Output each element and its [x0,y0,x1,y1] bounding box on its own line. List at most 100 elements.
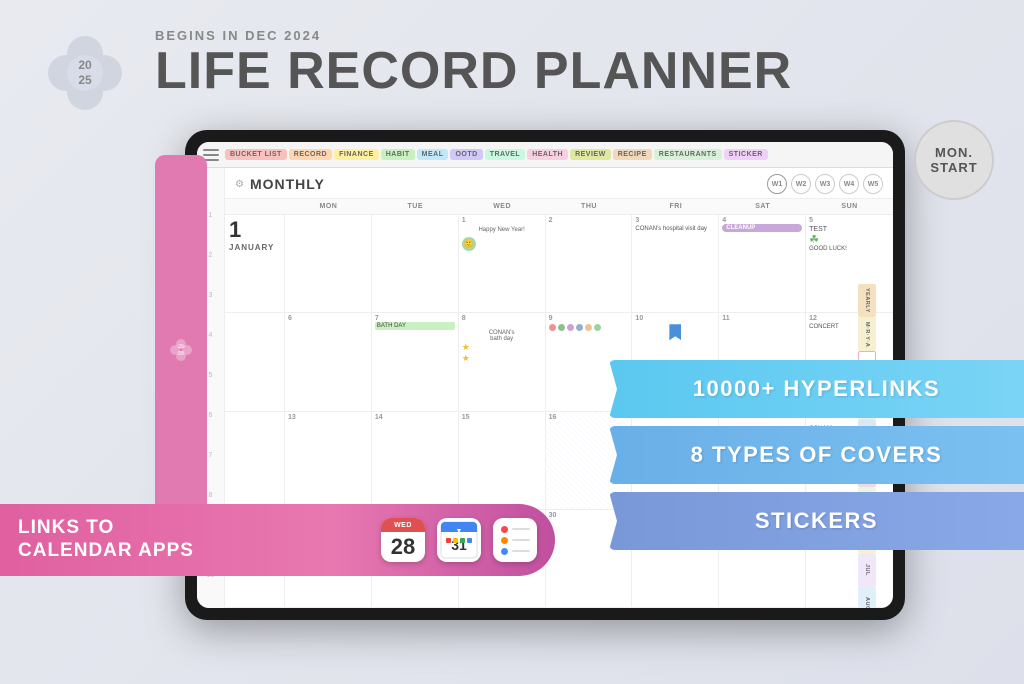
calendar-title: MONTHLY [250,176,325,192]
day-header-thu: THU [546,199,633,214]
ios-cal-date: 28 [381,532,425,562]
header: BEGINS IN DEC 2024 LIFE RECORD PLANNER [155,28,792,100]
star-icon: ★ [462,342,542,353]
cal-day-fri-1: 3 CONAN's hospital visit day [632,215,719,312]
reminder-dot-blue [501,548,508,555]
star-icon-2: ★ [462,353,542,364]
ios-calendar-icon: WED 28 [381,518,425,562]
bath-day-event: BATH DAY [375,322,455,330]
day-header-tue: TUE [372,199,459,214]
tab-travel[interactable]: TRAVEL [485,149,525,160]
reminder-row-2 [501,537,530,544]
day-header-sun: SUN [806,199,893,214]
tab-review[interactable]: REVIEW [570,149,611,160]
tab-restaurants[interactable]: RESTAURANTS [654,149,722,160]
cal-day-mon-2: 6 [285,313,372,410]
mon-start-line2: START [930,160,977,175]
reminder-line-3 [512,550,530,552]
ios-cal-day-label: WED [381,518,425,532]
cal-day-tue-3: 14 [372,412,459,509]
cal-day-thu-1: 2 [546,215,633,312]
concert-event: CONCERT [809,324,890,330]
day-headers: MON TUE WED THU FRI SAT SUN [225,199,893,215]
reminder-row-1 [501,526,530,533]
svg-text:20: 20 [78,58,92,72]
svg-text:20: 20 [178,344,184,350]
header-title: LIFE RECORD PLANNER [155,43,792,100]
stickers-label: STICKERS [755,508,878,534]
tab-aug[interactable]: AUG [858,587,876,608]
svg-text:▼: ▼ [456,528,463,535]
tab-ootd[interactable]: OOTD [450,149,482,160]
cal-day-empty [285,215,372,312]
tab-sticker[interactable]: STICKER [724,149,768,160]
week-label-jan: 1 JANUARY [225,215,285,312]
week-badge-1[interactable]: W1 [767,174,787,194]
back-logo: 20 25 [165,334,197,366]
header-subtitle: BEGINS IN DEC 2024 [155,28,792,43]
dot-circles [549,324,629,331]
tab-recipe[interactable]: RECiPE [613,149,652,160]
feature-banners: 10000+ HYPERLINKS 8 TYPES OF COVERS STIC… [609,360,1024,550]
cal-day-wed-3: 15 [459,412,546,509]
day-header-fri: FRI [632,199,719,214]
week-num: 1 [229,219,280,241]
links-banner-text: LINKS TOCALENDAR APPS [18,517,369,563]
tab-meal[interactable]: MEAL [417,149,449,160]
svg-text:25: 25 [178,351,184,357]
week-month: JANUARY [229,243,280,252]
conan-bath-event: CONAN'sbath day [462,330,542,342]
links-to-calendar-banner: LINKS TOCALENDAR APPS WED 28 31 ▼ [0,504,555,576]
day-header-mon: MON [285,199,372,214]
conan-hospital-event: CONAN's hospital visit day [635,226,715,234]
tab-finance[interactable]: FINANCE [334,149,379,160]
week-label-2 [225,313,285,410]
tab-mrya[interactable]: M·R·Y·A [858,317,876,350]
new-year-event: Happy New Year! [462,227,542,235]
tab-bucket-list[interactable]: BUCKET LIST [225,149,287,160]
covers-banner: 8 TYPES OF COVERS [609,426,1024,484]
cal-day-empty2 [372,215,459,312]
reminders-icon [493,518,537,562]
week-badge-4[interactable]: W4 [839,174,859,194]
tab-record[interactable]: RECORD [289,149,332,160]
pink-back-panel: 20 25 [155,155,207,545]
cal-day-sat-1: 4 CLEANUP [719,215,806,312]
reminder-row-3 [501,548,530,555]
google-calendar-icon: 31 ▼ [437,518,481,562]
week-badge-2[interactable]: W2 [791,174,811,194]
day-header-sat: SAT [719,199,806,214]
week-badge-3[interactable]: W3 [815,174,835,194]
cal-day-wed-1: 1 Happy New Year! 🙂 [459,215,546,312]
good-luck-event: GOOD LUCK! [809,246,890,252]
svg-text:25: 25 [78,73,92,87]
cal-week-1: 1 JANUARY 1 Happy New Year! 🙂 [225,215,893,313]
week-badge-5[interactable]: W5 [863,174,883,194]
covers-label: 8 TYPES OF COVERS [691,442,943,468]
hyperlinks-label: 10000+ HYPERLINKS [693,376,940,402]
mon-start-badge: MON. START [914,120,994,200]
cal-day-sun-1: 5 TEST ☘ GOOD LUCK! [806,215,893,312]
day-header-wed: WED [459,199,546,214]
reminder-dot-red [501,526,508,533]
reminder-line-2 [512,539,530,541]
cal-day-tue-2: 7 BATH DAY [372,313,459,410]
logo-flower: 20 25 [40,28,130,118]
tab-habit[interactable]: HABIT [381,149,415,160]
tab-health[interactable]: HEALTH [527,149,568,160]
bookmark-flag [669,324,681,340]
week-badges: W1 W2 W3 W4 W5 [767,174,883,194]
cal-day-wed-2: 8 CONAN'sbath day ★ ★ [459,313,546,410]
week-label-3 [225,412,285,509]
tab-jul[interactable]: JUL [858,553,876,586]
cleanup-tag: CLEANUP [722,224,802,232]
reminder-dot-orange [501,537,508,544]
tab-bar: BUCKET LIST RECORD FINANCE HABIT MEAL OO… [197,142,893,168]
clover-icon: ☘ [809,233,890,246]
tab-yearly[interactable]: YEARLY [858,284,876,317]
mon-start-line1: MON. [935,145,973,160]
test-event: TEST [809,226,890,233]
smiley-icon: 🙂 [462,237,476,251]
cal-day-mon-3: 13 [285,412,372,509]
hyperlinks-banner: 10000+ HYPERLINKS [609,360,1024,418]
